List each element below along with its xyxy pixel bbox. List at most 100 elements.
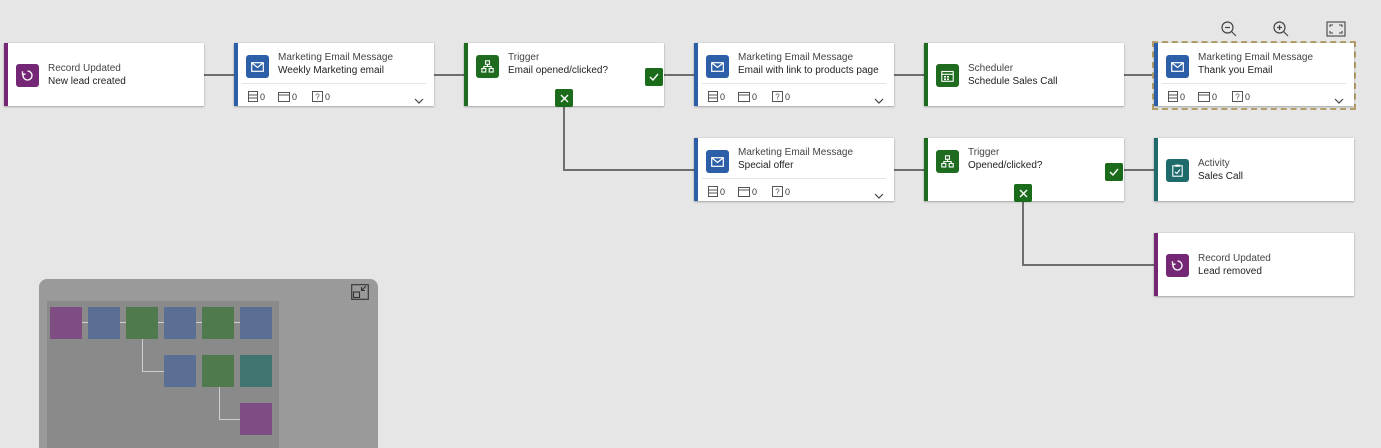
report-icon xyxy=(248,91,258,102)
minimap-tile xyxy=(50,307,82,339)
trigger-icon xyxy=(476,55,499,78)
tile-color-bar xyxy=(1154,43,1158,106)
stat-unknown: ? 0 xyxy=(312,91,330,102)
minimap-connector xyxy=(142,339,143,371)
tile-title: Email with link to products page xyxy=(738,65,879,76)
connector xyxy=(1124,74,1154,76)
stat-sent: 0 xyxy=(708,186,725,197)
svg-text:?: ? xyxy=(1235,93,1240,102)
minimap-connector xyxy=(142,371,166,372)
fit-to-screen-button[interactable] xyxy=(1324,18,1348,40)
minimap-tile xyxy=(164,307,196,339)
stat-value: 0 xyxy=(752,91,758,102)
connector xyxy=(1022,264,1154,266)
stat-value: 0 xyxy=(720,91,726,102)
stat-value: 0 xyxy=(1245,91,1251,102)
calendar-outline-icon xyxy=(738,92,750,102)
minimap-tile xyxy=(240,403,272,435)
email-icon xyxy=(706,55,729,78)
collapse-minimap-icon[interactable] xyxy=(351,284,369,305)
question-icon: ? xyxy=(772,91,783,102)
journey-canvas[interactable]: Record Updated New lead created Marketin… xyxy=(0,0,1381,448)
zoom-in-button[interactable] xyxy=(1269,18,1293,40)
tile-category: Trigger xyxy=(508,52,540,63)
tile-category: Trigger xyxy=(968,147,1000,158)
email-icon xyxy=(1166,55,1189,78)
tile-email-products[interactable]: Marketing Email Message Email with link … xyxy=(694,43,894,106)
stat-unknown: ? 0 xyxy=(772,91,790,102)
stat-value: 0 xyxy=(752,186,758,197)
tile-activity-sales-call[interactable]: Activity Sales Call xyxy=(1154,138,1354,201)
chevron-down-icon[interactable] xyxy=(874,186,884,204)
stat-value: 0 xyxy=(1180,91,1186,102)
connector xyxy=(894,74,924,76)
minimap-tile xyxy=(126,307,158,339)
minimap-connector xyxy=(219,419,241,420)
tile-record-updated-lead-removed[interactable]: Record Updated Lead removed xyxy=(1154,233,1354,296)
clipboard-icon xyxy=(1166,159,1189,182)
refresh-icon xyxy=(1166,254,1189,277)
tile-scheduler[interactable]: Scheduler Schedule Sales Call xyxy=(924,43,1124,106)
yes-branch-check-icon[interactable] xyxy=(1105,163,1123,181)
tile-title: New lead created xyxy=(48,76,126,87)
calendar-outline-icon xyxy=(1198,92,1210,102)
stat-sent: 0 xyxy=(1168,91,1185,102)
tile-category: Marketing Email Message xyxy=(738,147,854,158)
tile-color-bar xyxy=(694,43,698,106)
tile-color-bar xyxy=(234,43,238,106)
tile-title: Special offer xyxy=(738,160,794,171)
connector xyxy=(664,74,694,76)
tile-color-bar xyxy=(924,138,928,201)
stat-value: 0 xyxy=(785,91,791,102)
calendar-outline-icon xyxy=(738,187,750,197)
tile-category: Scheduler xyxy=(968,63,1014,74)
chevron-down-icon[interactable] xyxy=(414,91,424,109)
report-icon xyxy=(708,91,718,102)
svg-text:?: ? xyxy=(315,93,320,102)
no-branch-x-icon[interactable] xyxy=(1014,184,1032,202)
stat-unknown: ? 0 xyxy=(772,186,790,197)
tile-color-bar xyxy=(1154,233,1158,296)
stat-value: 0 xyxy=(292,91,298,102)
chevron-down-icon[interactable] xyxy=(1334,91,1344,109)
tile-color-bar xyxy=(4,43,8,106)
report-icon xyxy=(1168,91,1178,102)
tile-email-weekly[interactable]: Marketing Email Message Weekly Marketing… xyxy=(234,43,434,106)
tile-color-bar xyxy=(694,138,698,201)
tile-email-thank-you[interactable]: Marketing Email Message Thank you Email … xyxy=(1154,43,1354,106)
tile-color-bar xyxy=(464,43,468,106)
tile-color-bar xyxy=(1154,138,1158,201)
tile-category: Marketing Email Message xyxy=(738,52,854,63)
tile-category: Record Updated xyxy=(48,63,121,74)
minimap[interactable] xyxy=(39,279,378,448)
tile-title: Email opened/clicked? xyxy=(508,65,609,76)
refresh-icon xyxy=(16,64,39,87)
tile-footer: 0 0 ? 0 xyxy=(702,83,886,106)
minimap-tile xyxy=(88,307,120,339)
stat-scheduled: 0 xyxy=(738,186,757,197)
stat-value: 0 xyxy=(720,186,726,197)
tile-footer: 0 0 ? 0 xyxy=(702,178,886,201)
minimap-tile xyxy=(202,307,234,339)
stat-value: 0 xyxy=(260,91,266,102)
stat-value: 0 xyxy=(785,186,791,197)
tile-record-updated-new-lead[interactable]: Record Updated New lead created xyxy=(4,43,204,106)
tile-category: Marketing Email Message xyxy=(1198,52,1314,63)
report-icon xyxy=(708,186,718,197)
zoom-in-icon xyxy=(1273,21,1289,37)
connector xyxy=(1124,169,1154,171)
tile-footer: 0 0 ? 0 xyxy=(1162,83,1346,106)
chevron-down-icon[interactable] xyxy=(874,91,884,109)
tile-email-special-offer[interactable]: Marketing Email Message Special offer 0 … xyxy=(694,138,894,201)
tile-title: Thank you Email xyxy=(1198,65,1273,76)
zoom-out-button[interactable] xyxy=(1217,18,1241,40)
yes-branch-check-icon[interactable] xyxy=(645,68,663,86)
email-icon xyxy=(706,150,729,173)
question-icon: ? xyxy=(312,91,323,102)
connector xyxy=(434,74,464,76)
tile-title: Weekly Marketing email xyxy=(278,65,384,76)
calendar-icon xyxy=(936,64,959,87)
minimap-tile xyxy=(202,355,234,387)
question-icon: ? xyxy=(1232,91,1243,102)
no-branch-x-icon[interactable] xyxy=(555,89,573,107)
